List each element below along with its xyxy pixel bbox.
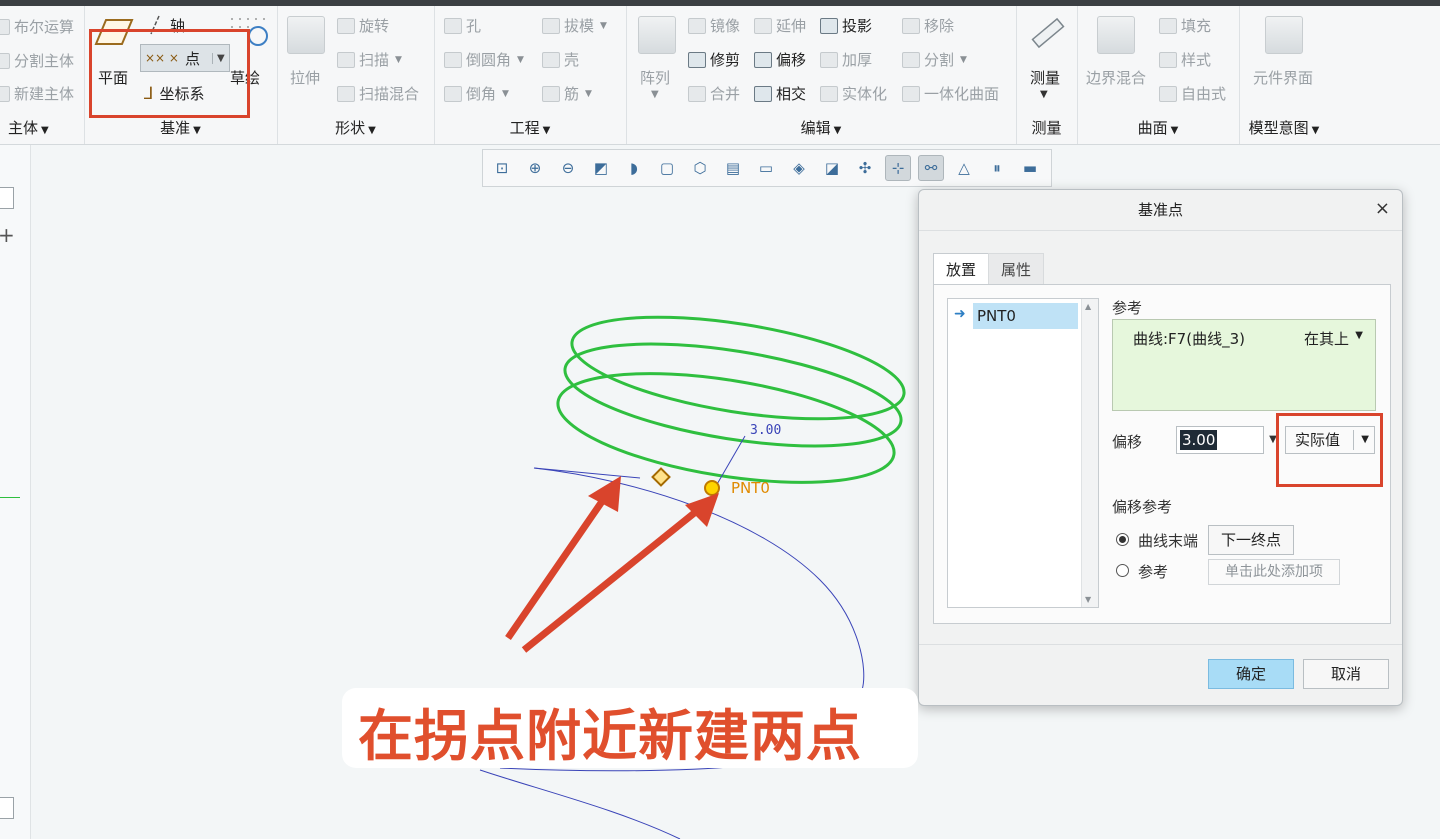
- next-end-button[interactable]: 下一终点: [1208, 525, 1294, 555]
- scroll-up-icon[interactable]: ▲: [1085, 302, 1091, 311]
- curve-end-label[interactable]: 曲线末端: [1138, 530, 1198, 551]
- blue-curve-lower: [479, 769, 681, 839]
- pnt0-marker[interactable]: [704, 480, 720, 496]
- point-list[interactable]: ➜ PNT0 ▲ ▼: [947, 298, 1099, 608]
- dialog-footer-divider: [919, 644, 1402, 645]
- inflection-point-marker: [651, 467, 671, 487]
- cancel-button[interactable]: 取消: [1303, 659, 1389, 689]
- radio-curve-end[interactable]: [1116, 533, 1129, 546]
- ok-button[interactable]: 确定: [1208, 659, 1294, 689]
- reference-entry[interactable]: 曲线:F7(曲线_3): [1133, 328, 1245, 349]
- dialog-title: 基准点: [919, 190, 1402, 231]
- tab-properties[interactable]: 属性: [988, 253, 1045, 285]
- pnt0-label: PNT0: [731, 479, 770, 497]
- reference-radio-label[interactable]: 参考: [1138, 561, 1168, 582]
- reference-collector[interactable]: 曲线:F7(曲线_3) 在其上 ▼: [1112, 319, 1376, 411]
- reference-label: 参考: [1112, 299, 1143, 317]
- close-icon[interactable]: ×: [1375, 198, 1390, 219]
- radio-reference[interactable]: [1116, 564, 1129, 577]
- offset-mode-highlight-box: [1276, 413, 1383, 487]
- chevron-down-icon[interactable]: ▼: [1355, 330, 1363, 341]
- offset-reference-label: 偏移参考: [1112, 498, 1173, 516]
- dimension-value[interactable]: 3.00: [750, 423, 781, 438]
- scroll-down-icon[interactable]: ▼: [1085, 595, 1091, 604]
- arrow-right-icon: ➜: [954, 306, 966, 322]
- reference-type[interactable]: 在其上: [1304, 328, 1349, 349]
- caption-text: 在拐点附近新建两点: [358, 704, 863, 768]
- offset-label: 偏移: [1112, 433, 1143, 451]
- list-item[interactable]: PNT0: [973, 303, 1078, 329]
- tab-placement[interactable]: 放置: [933, 253, 990, 285]
- offset-input[interactable]: 3.00: [1176, 426, 1264, 454]
- red-annotation-arrows: [505, 476, 719, 653]
- list-scrollbar[interactable]: ▲ ▼: [1081, 299, 1098, 607]
- helix-loop-2: [563, 342, 903, 448]
- add-item-collector[interactable]: 单击此处添加项: [1208, 559, 1340, 585]
